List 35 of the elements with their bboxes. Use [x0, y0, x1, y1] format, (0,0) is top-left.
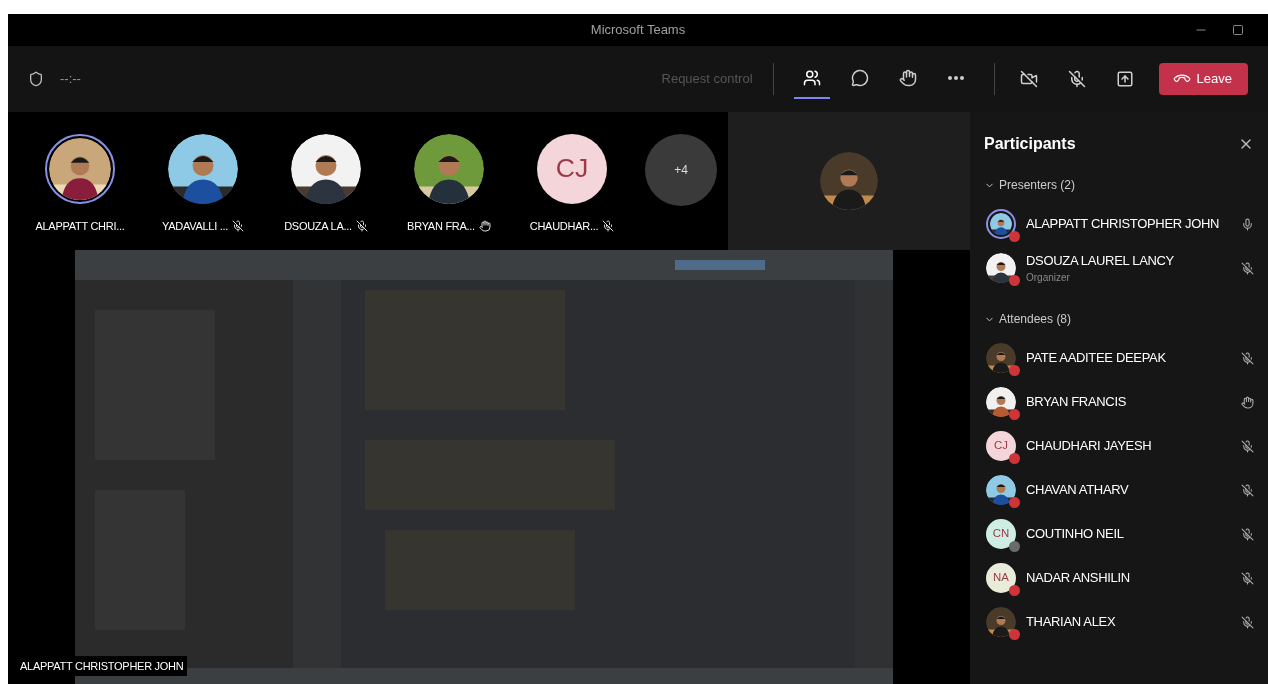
participant-name: ALAPPATT CHRISTOPHER JOHN — [1026, 215, 1221, 234]
maximize-icon[interactable] — [1232, 24, 1244, 36]
participant-name: DSOUZA LA... — [284, 219, 352, 234]
leave-button[interactable]: Leave — [1158, 63, 1248, 95]
chat-icon — [850, 69, 869, 87]
participant-name: COUTINHO NEIL — [1026, 525, 1125, 544]
participant-name: THARIAN ALEX — [1026, 613, 1117, 632]
section-header[interactable]: Attendees (8) — [984, 310, 1254, 328]
window-title: Microsoft Teams — [590, 21, 686, 40]
section-header[interactable]: Presenters (2) — [984, 176, 1254, 194]
more-participants[interactable]: +4 — [645, 134, 717, 206]
more-icon — [947, 76, 964, 80]
avatar-initials: NA — [986, 563, 1016, 593]
participant-role: Organizer — [1026, 271, 1071, 286]
participant-name: CHAUDHARI JAYESH — [1026, 437, 1153, 456]
participant-name: BRYAN FRANCIS — [1026, 393, 1128, 412]
participant-name: PATE AADITEE DEEPAK — [1026, 349, 1167, 368]
meeting-timer: --:-- — [60, 70, 81, 89]
mic-off-icon — [1067, 70, 1086, 88]
people-icon — [802, 69, 821, 87]
share-icon — [1115, 70, 1134, 88]
participant-name: YADAVALLI ... — [161, 219, 229, 234]
participant-name: NADAR ANSHILIN — [1026, 569, 1131, 588]
avatar-initials: CN — [986, 519, 1016, 549]
participant-name: CHAVAN ATHARV — [1026, 481, 1130, 500]
camera-off-icon — [1019, 70, 1038, 88]
panel-title: Participants — [984, 134, 1076, 154]
participant-name: BRYAN FRA... — [407, 219, 475, 234]
participant-name: ALAPPATT CHRI... — [35, 219, 125, 234]
participant-name: CHAUDHAR... — [529, 219, 599, 234]
participant-name: DSOUZA LAUREL LANCY — [1026, 251, 1175, 270]
hand-icon — [898, 69, 917, 87]
avatar-initials: CJ — [986, 431, 1016, 461]
shield-icon — [28, 71, 44, 87]
avatar-initials: CJ — [537, 134, 607, 204]
